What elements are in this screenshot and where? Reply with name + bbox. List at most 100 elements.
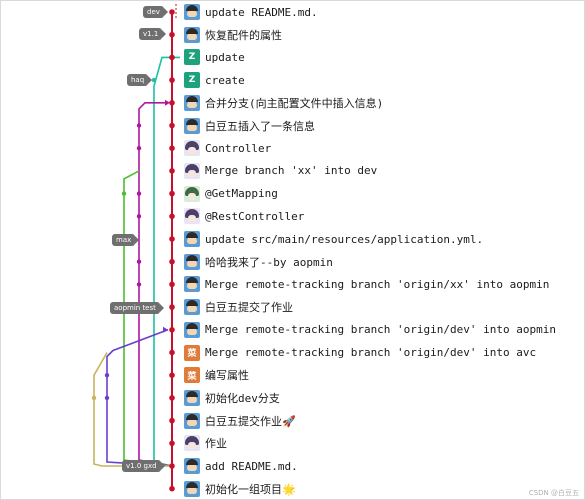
commit-row[interactable]: Merge remote-tracking branch 'origin/dev… [184, 320, 556, 340]
commit-node[interactable] [169, 213, 175, 220]
commit-row[interactable]: 合并分支(向主配置文件中插入信息) [184, 93, 383, 113]
commit-node[interactable] [136, 146, 142, 151]
tag-max[interactable]: max [112, 234, 140, 246]
commit-row[interactable]: Z create [184, 70, 245, 90]
commit-node[interactable] [136, 191, 142, 196]
author-avatar-icon [184, 480, 200, 497]
commit-node[interactable] [169, 440, 175, 447]
commit-row[interactable]: 菜编写属性 [184, 365, 249, 385]
tag-dev[interactable]: dev [143, 6, 168, 18]
author-avatar-icon [184, 321, 200, 338]
commit-row[interactable]: 白豆五插入了一条信息 [184, 116, 315, 136]
author-initial: Z [188, 75, 196, 86]
commit-node[interactable] [169, 258, 175, 265]
commit-row[interactable]: Merge branch 'xx' into dev [184, 161, 377, 181]
author-avatar-icon: 菜 [184, 367, 200, 384]
commit-row[interactable]: 初始化一组项目🌟 [184, 479, 296, 499]
commit-message: create [205, 73, 245, 87]
commit-row[interactable]: Merge remote-tracking branch 'origin/xx'… [184, 274, 549, 294]
commit-node[interactable] [169, 304, 175, 310]
commit-message: 合并分支(向主配置文件中插入信息) [205, 96, 384, 110]
commit-row[interactable]: 哈哈我来了--by aopmin [184, 252, 333, 272]
commit-node[interactable] [169, 190, 175, 197]
commit-row[interactable]: Controller [184, 138, 271, 158]
commit-message: 白豆五提交作业🚀 [205, 414, 296, 428]
commit-row[interactable]: 作业 [184, 433, 227, 453]
tag-haq[interactable]: haq [127, 74, 153, 86]
commit-message: 初始化一组项目🌟 [205, 482, 296, 496]
author-avatar-icon [184, 299, 200, 316]
commit-row[interactable]: 初始化dev分支 [184, 388, 280, 408]
tag-v1-0-gxd[interactable]: v1.0 gxd [122, 460, 165, 472]
author-avatar-icon [184, 435, 200, 452]
commit-node[interactable] [169, 395, 175, 401]
commit-node[interactable] [104, 395, 110, 401]
commit-message: Controller [205, 141, 272, 155]
author-avatar-icon: 菜 [184, 344, 200, 361]
commit-message: 编写属性 [205, 369, 249, 383]
commit-node[interactable] [169, 77, 175, 83]
commit-message: 初始化dev分支 [205, 391, 280, 405]
commit-node[interactable] [169, 31, 175, 38]
commit-row[interactable]: add README.md. [184, 456, 298, 476]
commit-row[interactable]: @GetMapping [184, 184, 278, 204]
commit-message: 恢复配件的属性 [205, 28, 282, 42]
commit-row[interactable]: 恢复配件的属性 [184, 25, 282, 45]
commit-row[interactable]: Z update [184, 47, 245, 67]
commit-message: Merge remote-tracking branch 'origin/dev… [205, 323, 556, 337]
commit-node[interactable] [136, 282, 142, 287]
author-avatar-icon [184, 231, 200, 247]
commit-row[interactable]: update src/main/resources/application.ym… [184, 229, 483, 249]
author-avatar-icon [184, 208, 200, 225]
gxd-branch-line [93, 352, 172, 467]
commit-node[interactable] [169, 122, 175, 129]
author-avatar-icon [184, 458, 200, 474]
commit-node[interactable] [91, 395, 97, 401]
commit-node[interactable] [169, 463, 175, 469]
commit-node[interactable] [169, 372, 175, 379]
commit-node[interactable] [169, 9, 175, 15]
commit-row[interactable]: 白豆五提交了作业 [184, 297, 293, 317]
tag-v1-1[interactable]: v1.1 [139, 28, 167, 40]
max-branch-line [123, 170, 173, 467]
haq-branch-line [153, 56, 180, 467]
commit-row[interactable]: update README.md. [184, 2, 318, 22]
commit-message: 作业 [205, 437, 227, 451]
commit-row[interactable]: 菜 Merge remote-tracking branch 'origin/de… [184, 343, 536, 363]
author-avatar-icon [184, 94, 200, 111]
commit-node[interactable] [169, 100, 175, 106]
commit-node[interactable] [169, 236, 175, 242]
tag-aopmin-test[interactable]: aopmin test [110, 302, 164, 314]
author-avatar-icon [184, 26, 200, 43]
commit-node[interactable] [169, 485, 175, 492]
merge-arrow-icon [163, 326, 168, 333]
author-avatar-icon [184, 4, 200, 20]
author-avatar-icon [184, 389, 200, 406]
commit-row[interactable]: 白豆五提交作业🚀 [184, 411, 296, 431]
commit-node[interactable] [104, 373, 110, 378]
author-avatar-icon [184, 140, 200, 157]
commit-node[interactable] [136, 214, 142, 219]
author-avatar-icon: Z [184, 49, 200, 66]
commit-node[interactable] [151, 77, 157, 83]
author-avatar-icon [184, 185, 200, 202]
author-avatar-icon [184, 253, 200, 270]
commit-node[interactable] [136, 123, 142, 128]
author-avatar-icon [184, 276, 200, 293]
commit-message: Merge remote-tracking branch 'origin/dev… [205, 346, 537, 359]
commit-message: add README.md. [205, 459, 298, 473]
commit-node[interactable] [136, 259, 142, 264]
commit-node[interactable] [169, 168, 175, 174]
commit-row[interactable]: @RestController [184, 206, 304, 226]
commit-node[interactable] [169, 327, 175, 333]
commit-node[interactable] [169, 281, 175, 288]
commit-node[interactable] [169, 349, 175, 356]
dev-branch-line [138, 102, 173, 467]
commit-node[interactable] [169, 54, 175, 61]
commit-message: update src/main/resources/application.ym… [205, 232, 484, 246]
commit-node[interactable] [169, 417, 175, 424]
author-initial: Z [188, 52, 196, 63]
watermark: CSDN @白豆五 [528, 489, 579, 497]
commit-node[interactable] [121, 191, 127, 196]
commit-node[interactable] [169, 145, 175, 151]
